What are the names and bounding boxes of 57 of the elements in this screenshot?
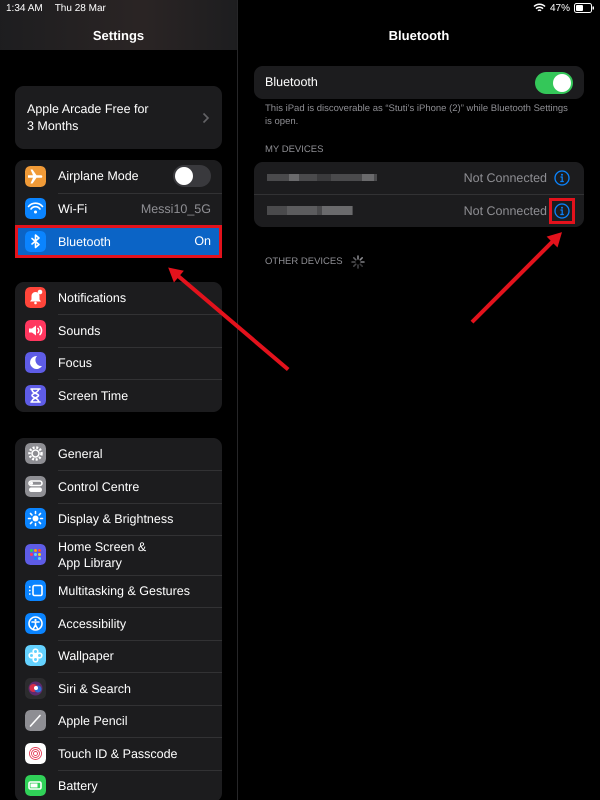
battery-icon [574,3,594,13]
settings-row[interactable]: Wallpaper [15,640,222,672]
settings-row[interactable]: Battery [15,770,222,800]
connection-status: Not Connected [464,170,547,187]
toggle-switch[interactable] [173,165,211,188]
discoverable-note: This iPad is discoverable as “Stuti’s iPhone (2)” while Bluetooth Settings is open. [264,102,569,129]
settings-row[interactable]: Bluetooth On [15,225,222,258]
row-label: Airplane Mode [58,168,139,186]
row-value: Messi10_5G [140,200,211,218]
settings-row[interactable]: Focus [15,346,222,379]
settings-row[interactable]: Screen Time [15,379,222,412]
row-label: Touch ID & Passcode [58,746,178,763]
status-date: Thu 28 Mar [54,2,106,16]
connection-status: Not Connected [464,202,547,220]
status-time: 1:34 AM [6,2,43,16]
settings-row[interactable]: Sounds [15,314,222,346]
row-label: Display & Brightness [58,511,174,528]
row-label: Sounds [58,322,100,340]
settings-row[interactable]: Home Screen & App Library [15,535,222,574]
sidebar-title: Settings [92,27,146,45]
settings-row[interactable]: General [15,438,222,470]
settings-row[interactable]: Airplane Mode [15,160,222,192]
settings-row[interactable]: Notifications [15,282,222,314]
row-label: Apple Pencil [58,713,128,730]
section-header: MY DEVICES [265,142,324,157]
settings-row[interactable]: Accessibility [15,607,222,640]
info-icon [554,203,570,220]
row-label: Screen Time [58,388,128,405]
page-title: Bluetooth [388,27,450,45]
battery-percentage: 47% [550,2,570,16]
wifi-icon [532,3,546,13]
settings-row[interactable]: Apple Pencil [15,704,222,737]
row-label: Wallpaper [58,648,114,666]
toggle-label: Bluetooth [265,74,318,92]
info-icon [554,170,570,186]
row-label: Notifications [58,290,126,307]
row-value: On [194,233,211,250]
row-label: Control Centre [58,478,140,496]
row-label: Bluetooth [58,234,111,251]
info-button[interactable] [549,198,575,224]
row-label: Siri & Search [58,680,131,698]
row-label: General [58,446,102,463]
toggle-switch[interactable] [535,72,573,94]
settings-row[interactable]: Multitasking & Gestures [15,574,222,607]
section-header: OTHER DEVICES [265,254,343,269]
row-label: Home Screen & App Library [58,539,146,572]
row-label: Accessibility [58,616,126,633]
settings-row[interactable]: Touch ID & Passcode [15,737,222,770]
settings-row[interactable]: Control Centre [15,470,222,502]
row-label: Wi-Fi [58,201,88,218]
row-label: Multitasking & Gestures [58,583,190,600]
row-label: Focus [58,355,92,372]
row-label: Battery [58,778,98,796]
chevron-icon [202,112,210,124]
promo-banner[interactable]: Apple Arcade Free for 3 Months [15,86,222,149]
settings-row[interactable]: Display & Brightness [15,502,222,535]
settings-row[interactable]: Siri & Search [15,672,222,704]
